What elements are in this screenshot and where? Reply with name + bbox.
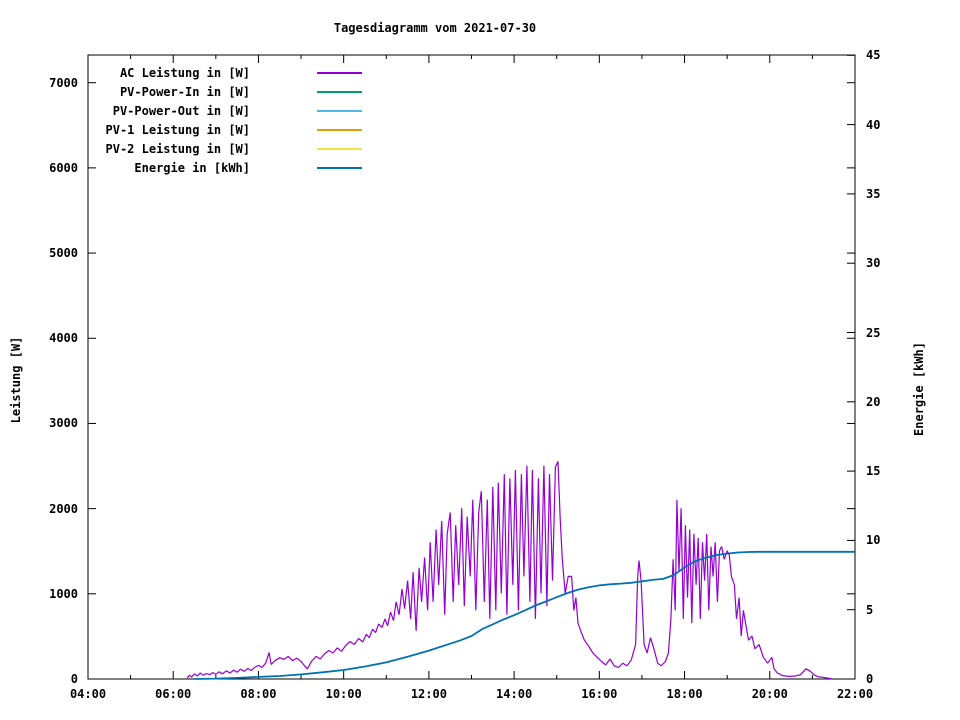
x-tick-label: 16:00 [581,687,618,701]
y2-tick-label: 30 [866,256,881,271]
legend-label: PV-Power-In in [W] [119,84,250,99]
legend: AC Leistung in [W] PV-Power-In in [W] PV… [60,63,362,177]
legend-spacer [250,110,317,111]
y-tick-label: 6000 [49,160,78,175]
legend-label: Energie in [kWh] [134,160,250,175]
y2-tick-label: 25 [866,325,881,340]
y2-tick-label: 45 [866,48,881,63]
y2-axis-label: Energie [kWh] [912,342,926,436]
legend-label: PV-1 Leistung in [W] [105,122,251,137]
chart-title: Tagesdiagramm vom 2021-07-30 [333,21,537,35]
y-tick-label: 4000 [49,331,78,346]
y2-tick-label: 15 [866,464,881,479]
legend-spacer [250,148,317,149]
x-tick-label: 22:00 [836,687,874,701]
legend-line-sample [317,90,362,93]
legend-item: PV-Power-In in [W] [60,82,362,101]
y2-tick-label: 20 [866,394,881,409]
x-tick-label: 18:00 [666,687,703,701]
legend-label: AC Leistung in [W] [119,65,250,80]
legend-item: Energie in [kWh] [60,158,362,177]
legend-line-sample [317,71,362,74]
y-tick-label: 1000 [49,586,78,601]
legend-line-sample [317,109,362,112]
legend-spacer [250,72,317,73]
y2-tick-label: 10 [866,533,881,548]
legend-line-sample [317,147,362,150]
x-tick-label: 14:00 [496,687,533,701]
x-tick-label: 08:00 [240,687,277,701]
y-tick-label: 0 [70,672,78,686]
y-tick-label: 7000 [49,75,78,90]
x-tick-label: 06:00 [155,687,192,701]
legend-label: PV-Power-Out in [W] [112,103,250,118]
y2-tick-label: 40 [866,117,881,132]
x-tick-label: 04:00 [69,687,107,701]
legend-item: PV-Power-Out in [W] [60,101,362,120]
x-tick-label: 12:00 [410,687,447,701]
y-axis-label: Leistung [W] [9,336,23,424]
legend-line-sample [317,166,362,169]
y2-tick-label: 35 [866,186,881,201]
x-tick-label: 20:00 [751,687,788,701]
x-tick-label: 10:00 [325,687,362,701]
y-tick-label: 5000 [49,246,78,261]
legend-label: PV-2 Leistung in [W] [105,141,251,156]
legend-item: AC Leistung in [W] [60,63,362,82]
chart-canvas: Tagesdiagramm vom 2021-07-30 Leistung [W… [0,0,960,720]
y2-tick-label: 0 [866,672,874,686]
y-tick-label: 3000 [49,416,78,431]
series-ac-leistung-in-w- [186,461,832,680]
legend-item: PV-2 Leistung in [W] [60,139,362,158]
y-tick-label: 2000 [49,501,78,516]
legend-line-sample [317,128,362,131]
legend-spacer [250,167,317,168]
legend-item: PV-1 Leistung in [W] [60,120,362,139]
legend-spacer [250,129,317,130]
legend-spacer [250,91,317,92]
y2-tick-label: 5 [866,602,874,617]
